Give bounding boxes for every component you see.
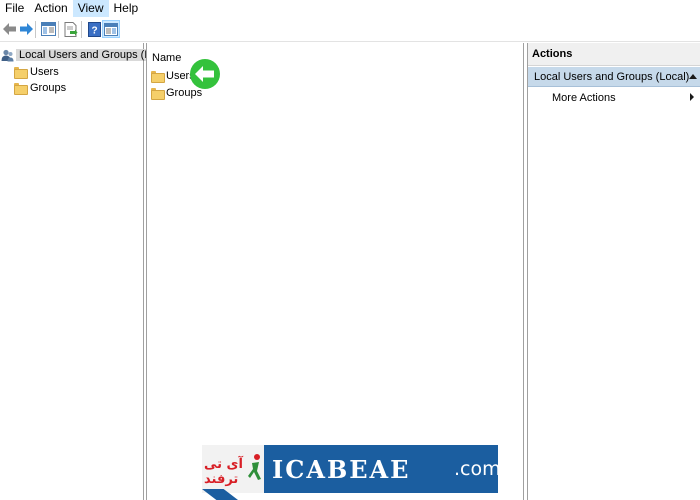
tree-item-label: Groups	[30, 82, 67, 94]
submenu-arrow-icon	[690, 93, 694, 101]
forward-arrow-icon[interactable]	[17, 20, 35, 38]
list-item-users[interactable]: Users	[151, 68, 195, 83]
folder-icon	[151, 70, 165, 83]
menu-action[interactable]: Action	[29, 0, 72, 17]
console-tree-pane: Local Users and Groups (Local) Users Gro…	[0, 43, 178, 500]
tree-item-groups[interactable]: Groups	[14, 80, 66, 96]
list-item-groups[interactable]: Groups	[151, 85, 202, 100]
menu-help[interactable]: Help	[109, 0, 144, 17]
watermark-logo: آی تی ترفند ICABEAE .com	[202, 445, 498, 493]
column-header-name[interactable]: Name	[152, 52, 181, 64]
watermark-persian-block: آی تی ترفند	[202, 445, 264, 493]
folder-icon	[14, 67, 28, 79]
export-list-icon[interactable]	[62, 20, 80, 38]
watermark-brand-block: ICABEAE .com	[264, 445, 498, 493]
show-hide-action-pane-icon[interactable]	[102, 20, 120, 38]
actions-pane: Actions Local Users and Groups (Local) M…	[527, 43, 700, 500]
users-groups-icon	[1, 49, 14, 62]
toolbar-separator	[35, 21, 36, 38]
watermark-dotcom-text: .com	[454, 458, 498, 480]
list-item-label: Groups	[166, 86, 203, 99]
more-actions-item[interactable]: More Actions	[552, 92, 616, 104]
collapse-up-icon[interactable]	[689, 74, 697, 79]
watermark-brand-text: ICABEAE	[272, 455, 411, 484]
show-hide-tree-icon[interactable]	[39, 20, 57, 38]
menu-bar: File Action View Help	[0, 0, 700, 17]
tree-item-label: Users	[30, 66, 59, 78]
toolbar: ?	[0, 17, 700, 42]
actions-group-label: Local Users and Groups (Local)	[534, 71, 690, 83]
toolbar-separator	[58, 21, 59, 38]
results-pane: Name Users Groups	[146, 43, 524, 500]
folder-icon	[14, 83, 28, 95]
actions-header: Actions	[528, 43, 700, 66]
svg-text:?: ?	[91, 25, 97, 36]
menu-file[interactable]: File	[0, 0, 29, 17]
actions-group-local-users-and-groups[interactable]: Local Users and Groups (Local)	[528, 67, 700, 87]
green-arrow-left-icon	[190, 59, 220, 89]
toolbar-separator	[81, 21, 82, 38]
tree-item-users[interactable]: Users	[14, 64, 59, 80]
folder-icon	[151, 87, 165, 100]
help-icon[interactable]: ?	[85, 20, 103, 38]
menu-view[interactable]: View	[72, 0, 109, 17]
runner-icon	[248, 454, 261, 480]
